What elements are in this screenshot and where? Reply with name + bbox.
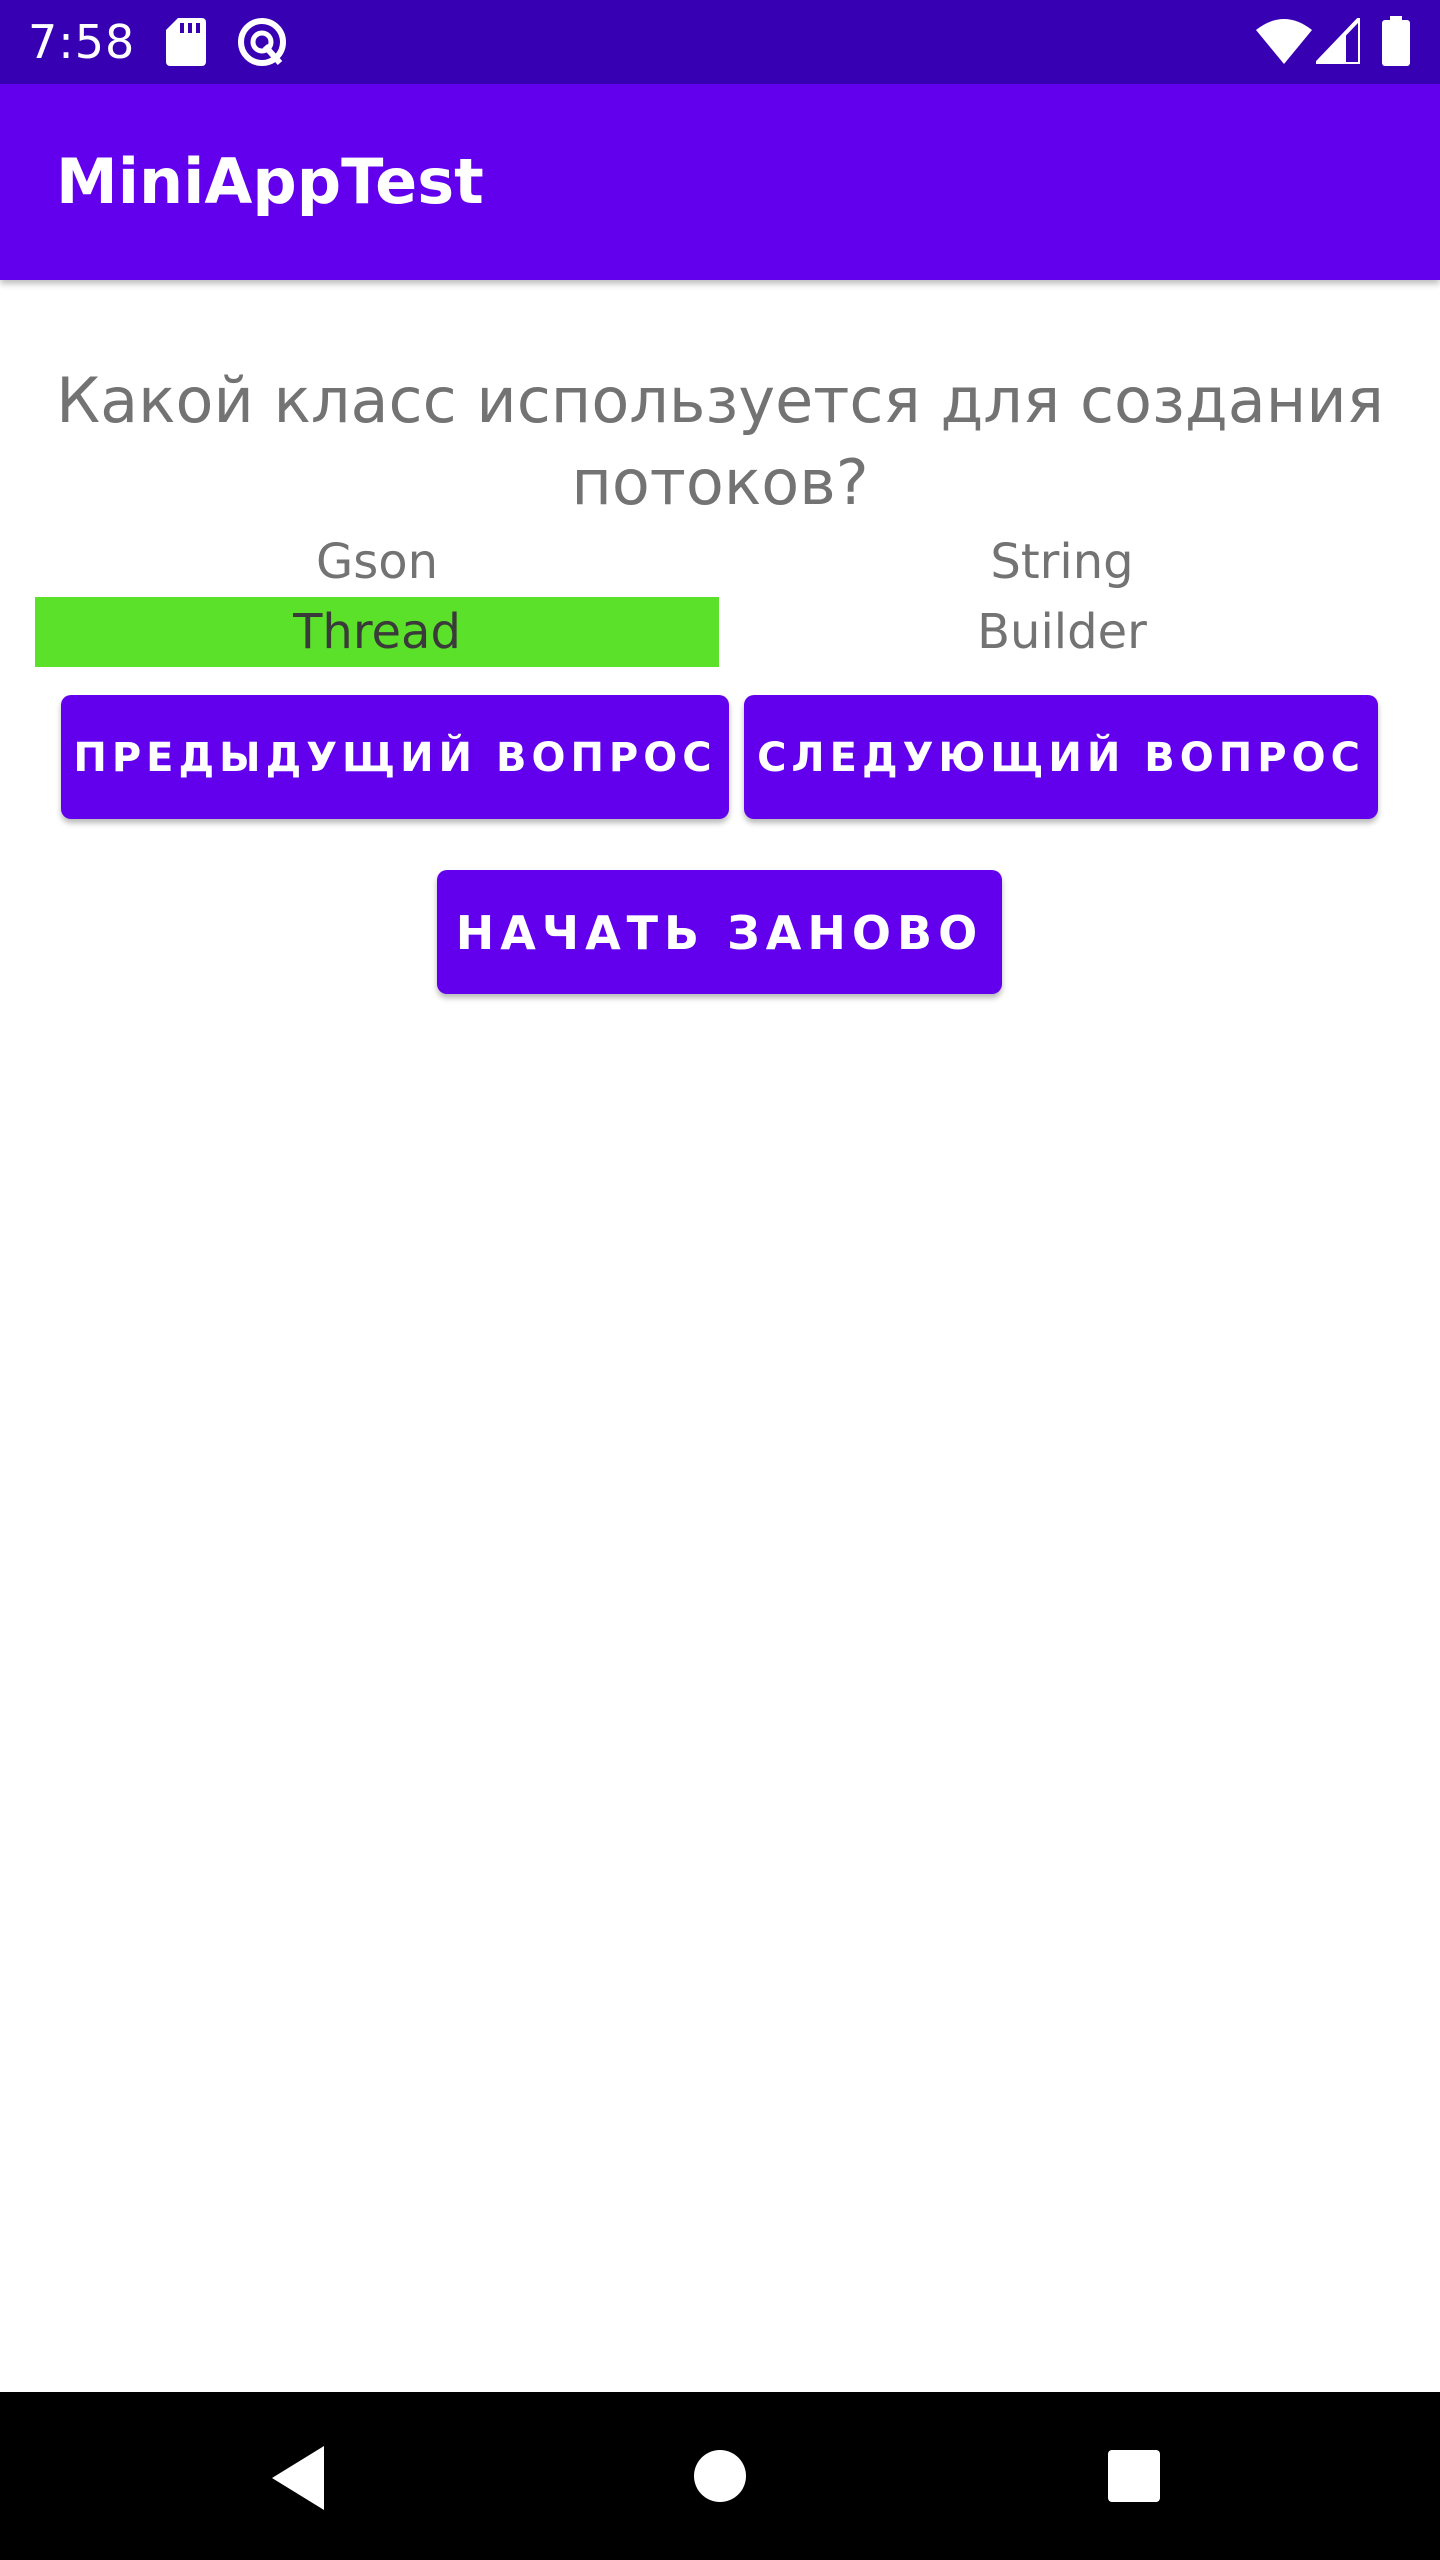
status-time: 7:58	[28, 15, 136, 69]
next-question-button[interactable]: СЛЕДУЮЩИЙ ВОПРОС	[744, 695, 1378, 819]
navigation-bar	[0, 2392, 1440, 2560]
status-bar: 7:58	[0, 0, 1440, 84]
answer-option[interactable]: Gson	[35, 527, 719, 597]
recent-apps-icon[interactable]	[1108, 2450, 1160, 2502]
back-icon[interactable]	[272, 2446, 332, 2510]
restart-button[interactable]: НАЧАТЬ ЗАНОВО	[437, 870, 1002, 994]
previous-question-button[interactable]: ПРЕДЫДУЩИЙ ВОПРОС	[61, 695, 729, 819]
battery-icon	[1382, 16, 1410, 66]
app-title: MiniAppTest	[56, 145, 484, 218]
wifi-icon	[1256, 19, 1312, 64]
sync-icon	[238, 18, 286, 66]
home-icon[interactable]	[694, 2450, 746, 2502]
answer-option[interactable]: String	[720, 527, 1404, 597]
question-text: Какой класс используется для создания по…	[56, 364, 1384, 519]
signal-icon	[1316, 18, 1360, 64]
answer-option-correct[interactable]: Thread	[35, 597, 719, 667]
sd-card-icon	[166, 18, 206, 66]
app-bar: MiniAppTest	[0, 84, 1440, 280]
answer-option[interactable]: Builder	[720, 597, 1404, 667]
